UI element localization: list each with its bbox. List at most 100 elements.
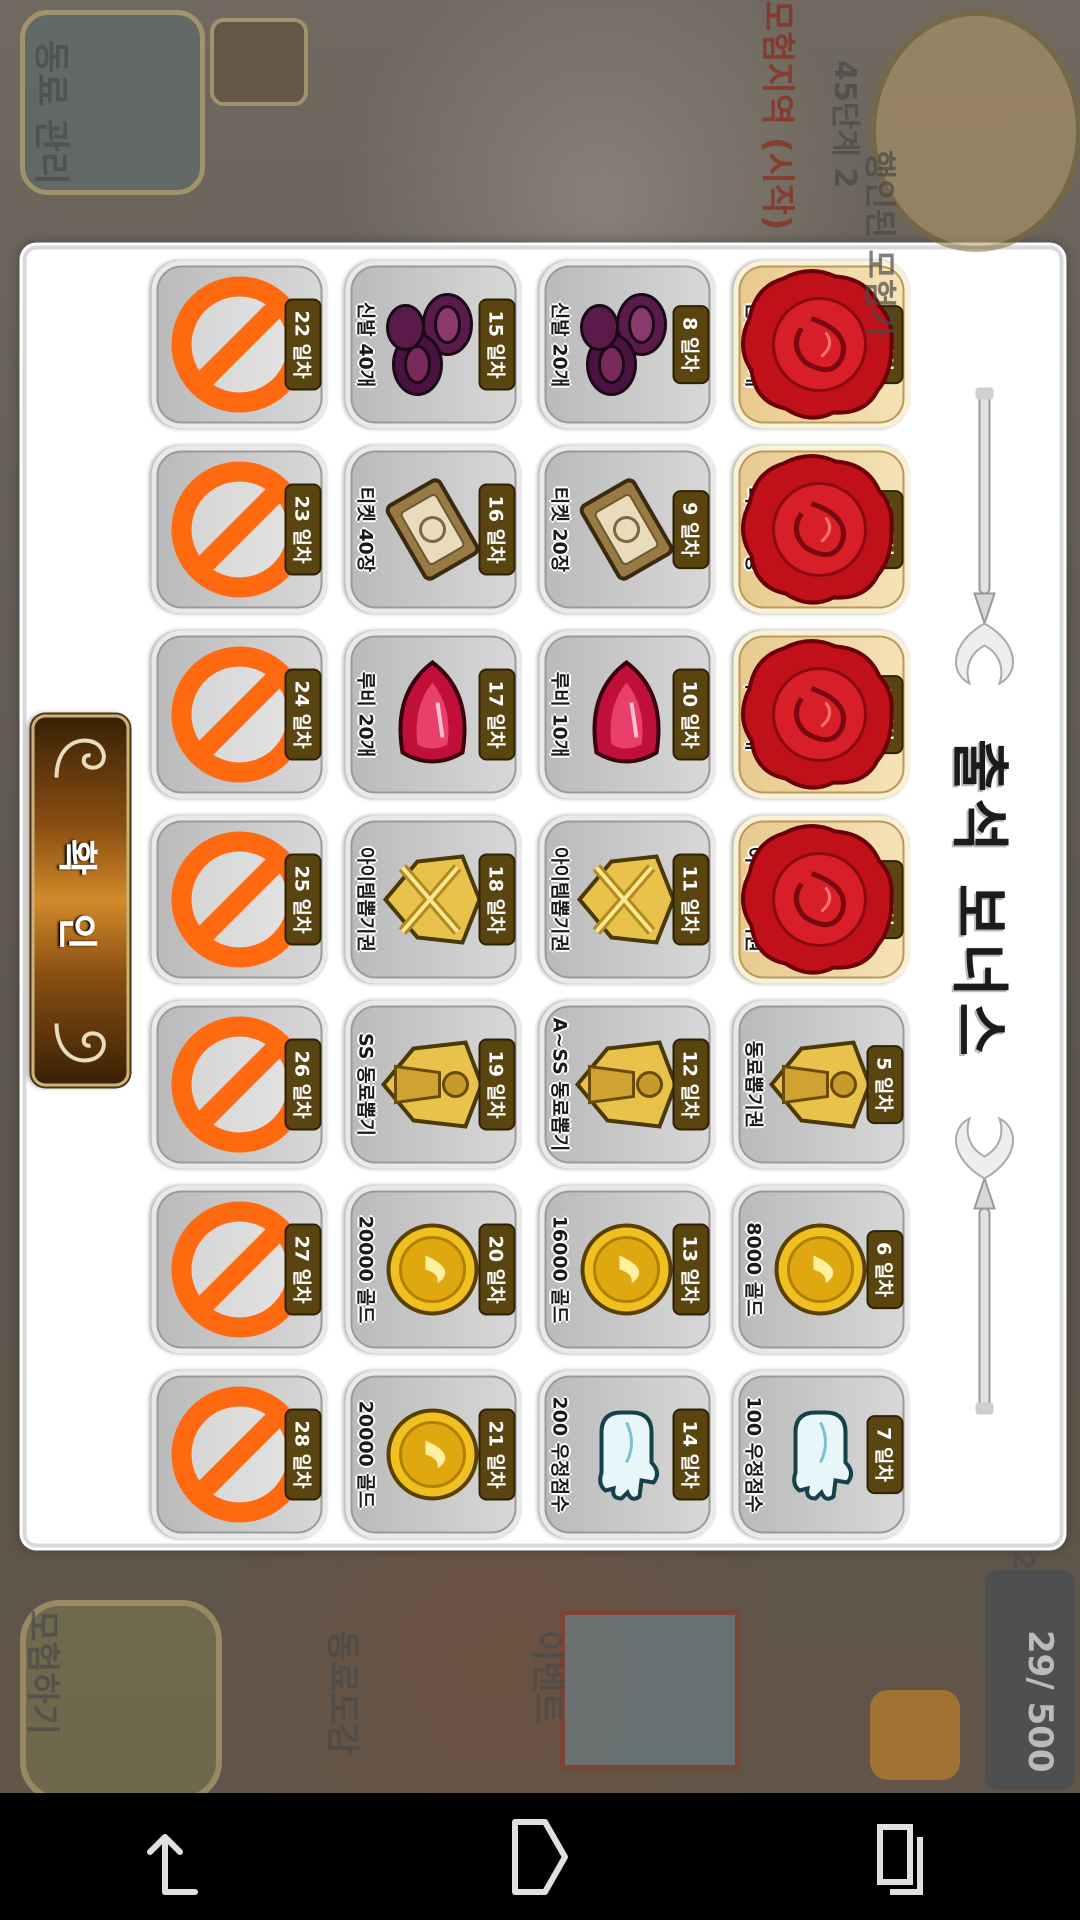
ruby-icon — [378, 653, 488, 777]
reward-cell[interactable]: 4 일차 아이템뽑기권 — [733, 815, 910, 984]
day-badge: 5 일차 — [866, 1045, 904, 1124]
reward-label: 티켓 20장 — [548, 486, 571, 573]
ally-voucher-icon — [378, 1023, 488, 1147]
reward-cell[interactable]: 16 일차 티켓 40장 — [345, 445, 522, 614]
settings-button[interactable] — [210, 18, 308, 106]
reward-cell[interactable]: 9 일차 티켓 20장 — [539, 445, 716, 614]
reward-label: 루비 10개 — [548, 671, 571, 758]
sword-ornament-right-icon — [955, 1116, 1014, 1414]
gold-coin-icon — [378, 1208, 488, 1332]
day-badge: 20 일차 — [478, 1223, 516, 1316]
day-badge: 26 일차 — [284, 1038, 322, 1131]
navigation-bar — [0, 1793, 1080, 1920]
stamina-value: 29/ 500 — [1020, 1630, 1060, 1773]
chat-button[interactable] — [870, 1690, 960, 1780]
day-badge: 28 일차 — [284, 1408, 322, 1501]
nav-home-button[interactable] — [480, 1802, 600, 1912]
reward-cell[interactable]: 19 일차 SS 동료뽑기 — [345, 1000, 522, 1169]
reward-label: 동료뽑기권 — [742, 1040, 765, 1129]
day-badge: 25 일차 — [284, 853, 322, 946]
gold-coin-icon — [378, 1393, 488, 1517]
item-voucher-icon — [572, 838, 682, 962]
reward-cell[interactable]: 12 일차 A~SS 동료뽑기 — [539, 1000, 716, 1169]
day-badge: 11 일차 — [672, 853, 710, 946]
day-badge: 8 일차 — [672, 305, 710, 384]
reward-cell[interactable]: 21 일차 20000 골드 — [345, 1370, 522, 1539]
dialog-header: 출석 보너스 — [910, 250, 1060, 1552]
ally-book-label[interactable]: 동료도감 — [321, 1630, 370, 1755]
reward-label: 아이템뽑기권 — [548, 847, 571, 952]
reward-cell[interactable]: 2 일차 티켓 10장 — [733, 445, 910, 614]
profile-level: 45단계 2 — [827, 60, 862, 189]
reward-label: A~SS 동료뽑기 — [548, 1017, 571, 1152]
ticket-icon — [378, 468, 488, 592]
reward-label: 티켓 40장 — [354, 486, 377, 573]
stage-label: 모험지역 (시작) — [757, 0, 797, 231]
attendance-dialog-container: 출석 보너스 1 일차 신발 10개 2 일차 티켓 10장 — [22, 245, 1064, 1548]
day-badge: 18 일차 — [478, 853, 516, 946]
corner-ornament-left-icon — [54, 738, 106, 778]
reward-cell[interactable]: 28 일차 — [151, 1370, 328, 1539]
ruby-icon — [572, 653, 682, 777]
gold-coin-icon — [572, 1208, 682, 1332]
ally-manage-label: 동료 관리 — [30, 40, 71, 186]
gift-box-icon[interactable] — [560, 1610, 740, 1770]
reward-label: 100 우정점수 — [742, 1396, 765, 1513]
item-voucher-icon — [378, 838, 488, 962]
reward-label: SS 동료뽑기 — [354, 1032, 377, 1137]
wax-seal-icon — [738, 633, 902, 797]
nav-recents-button[interactable] — [840, 1802, 960, 1912]
reward-cell[interactable]: 20 일차 20000 골드 — [345, 1185, 522, 1354]
reward-cell[interactable]: 26 일차 — [151, 1000, 328, 1169]
day-badge: 14 일차 — [672, 1408, 710, 1501]
reward-cell[interactable]: 5 일차 동료뽑기권 — [733, 1000, 910, 1169]
day-badge: 21 일차 — [478, 1408, 516, 1501]
reward-cell[interactable]: 11 일차 아이템뽑기권 — [539, 815, 716, 984]
day-badge: 9 일차 — [672, 490, 710, 569]
sword-ornament-left-icon — [955, 387, 1014, 685]
reward-cell[interactable]: 6 일차 8000 골드 — [733, 1185, 910, 1354]
reward-label: 20000 골드 — [354, 1400, 377, 1509]
reward-cell[interactable]: 10 일차 루비 10개 — [539, 630, 716, 799]
reward-label: 20000 골드 — [354, 1215, 377, 1324]
reward-label: 200 우정점수 — [548, 1396, 571, 1513]
reward-cell[interactable]: 23 일차 — [151, 445, 328, 614]
reward-cell[interactable]: 25 일차 — [151, 815, 328, 984]
reward-label: 아이템뽑기권 — [354, 847, 377, 952]
reward-cell[interactable]: 24 일차 — [151, 630, 328, 799]
reward-cell[interactable]: 15 일차 신발 40개 — [345, 260, 522, 429]
reward-cell[interactable]: 7 일차 100 우정점수 — [733, 1370, 910, 1539]
reward-grid: 1 일차 신발 10개 2 일차 티켓 10장 3 일차 루비 5개 4 일차 — [140, 260, 910, 1539]
recent-apps-icon — [877, 1823, 923, 1895]
ticket-icon — [572, 468, 682, 592]
confirm-button[interactable]: 확 인 — [31, 714, 130, 1087]
reward-label: 루비 20개 — [354, 671, 377, 758]
shoe-icon — [572, 283, 682, 407]
reward-cell[interactable]: 14 일차 200 우정점수 — [539, 1370, 716, 1539]
ally-voucher-icon — [766, 1023, 876, 1147]
reward-cell[interactable]: 27 일차 — [151, 1185, 328, 1354]
reward-cell[interactable]: 22 일차 — [151, 260, 328, 429]
gold-coin-icon — [766, 1208, 876, 1332]
reward-cell[interactable]: 13 일차 16000 골드 — [539, 1185, 716, 1354]
nav-back-button[interactable] — [120, 1802, 240, 1912]
day-badge: 10 일차 — [672, 668, 710, 761]
shoe-icon — [378, 283, 488, 407]
stamina-prefix: 2 — [1005, 1550, 1040, 1571]
day-badge: 27 일차 — [284, 1223, 322, 1316]
reward-label: 8000 골드 — [742, 1222, 765, 1317]
adventure-label: 모험하기 — [22, 1610, 62, 1736]
reward-cell[interactable]: 8 일차 신발 20개 — [539, 260, 716, 429]
reward-label: 16000 골드 — [548, 1215, 571, 1324]
reward-cell[interactable]: 17 일차 루비 20개 — [345, 630, 522, 799]
event-label[interactable]: 이벤트 — [526, 1630, 575, 1724]
dialog-title: 출석 보너스 — [945, 739, 1014, 1062]
day-badge: 6 일차 — [866, 1230, 904, 1309]
day-badge: 24 일차 — [284, 668, 322, 761]
reward-cell[interactable]: 3 일차 루비 5개 — [733, 630, 910, 799]
reward-label: 신발 20개 — [548, 301, 571, 388]
confirm-label: 확 인 — [53, 838, 100, 963]
reward-label: 신발 40개 — [354, 301, 377, 388]
day-badge: 15 일차 — [478, 298, 516, 391]
reward-cell[interactable]: 18 일차 아이템뽑기권 — [345, 815, 522, 984]
